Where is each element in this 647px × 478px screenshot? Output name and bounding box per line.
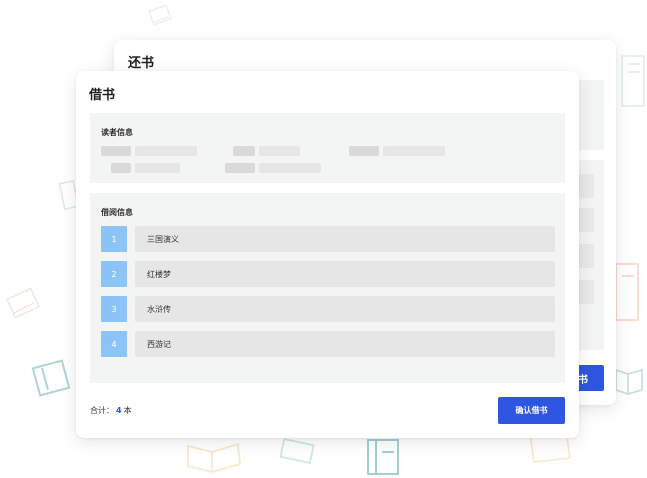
book-index-badge: 4 [101,331,127,357]
return-reader-section [578,80,604,150]
total-unit: 本 [123,406,132,415]
reader-section-label: 读者信息 [101,128,133,137]
book-stack-icon [367,439,399,475]
book-title: 三国演义 [135,226,555,252]
book-title: 水浒传 [135,296,555,322]
return-book-row [578,280,594,304]
book-row[interactable]: 4 西游记 [101,331,555,357]
book-index-badge: 3 [101,296,127,322]
return-book-row [578,208,594,232]
book-doodle-icon [5,287,41,319]
open-book-icon [187,442,241,474]
borrow-section-label: 借阅信息 [101,208,133,217]
book-index-badge: 2 [101,261,127,287]
return-book-row [578,174,594,198]
reader-field-value-placeholder [135,146,197,156]
borrow-book-panel: 借书 读者信息 借阅信息 1 三国演义 2 红楼梦 3 水浒传 4 西游记 合计… [76,71,579,438]
book-row[interactable]: 2 红楼梦 [101,261,555,287]
book-row[interactable]: 1 三国演义 [101,226,555,252]
reader-field-label-placeholder [225,163,255,173]
open-book-icon [621,55,645,107]
book-doodle-icon [148,4,172,26]
reader-field-value-placeholder [259,163,321,173]
book-row[interactable]: 3 水浒传 [101,296,555,322]
reader-field-label-placeholder [101,146,131,156]
return-book-row [578,244,594,268]
book-title: 红楼梦 [135,261,555,287]
book-stack-icon [31,359,71,397]
reader-info-section: 读者信息 [90,113,565,183]
total-label: 合计： [90,406,114,415]
reader-field-label-placeholder [233,146,255,156]
borrow-info-section: 借阅信息 1 三国演义 2 红楼梦 3 水浒传 4 西游记 [90,193,565,383]
borrow-panel-title: 借书 [89,88,116,103]
total-count: 4 [116,406,122,415]
confirm-borrow-button[interactable]: 确认借书 [498,397,565,424]
book-title: 西游记 [135,331,555,357]
reader-field-label-placeholder [349,146,379,156]
return-panel-title: 还书 [128,56,155,71]
reader-field-label-placeholder [111,163,131,173]
reader-field-value-placeholder [135,163,180,173]
book-doodle-icon [279,438,315,464]
total-summary: 合计： 4 本 [90,405,132,416]
reader-field-value-placeholder [259,146,300,156]
reader-field-value-placeholder [383,146,445,156]
book-index-badge: 1 [101,226,127,252]
